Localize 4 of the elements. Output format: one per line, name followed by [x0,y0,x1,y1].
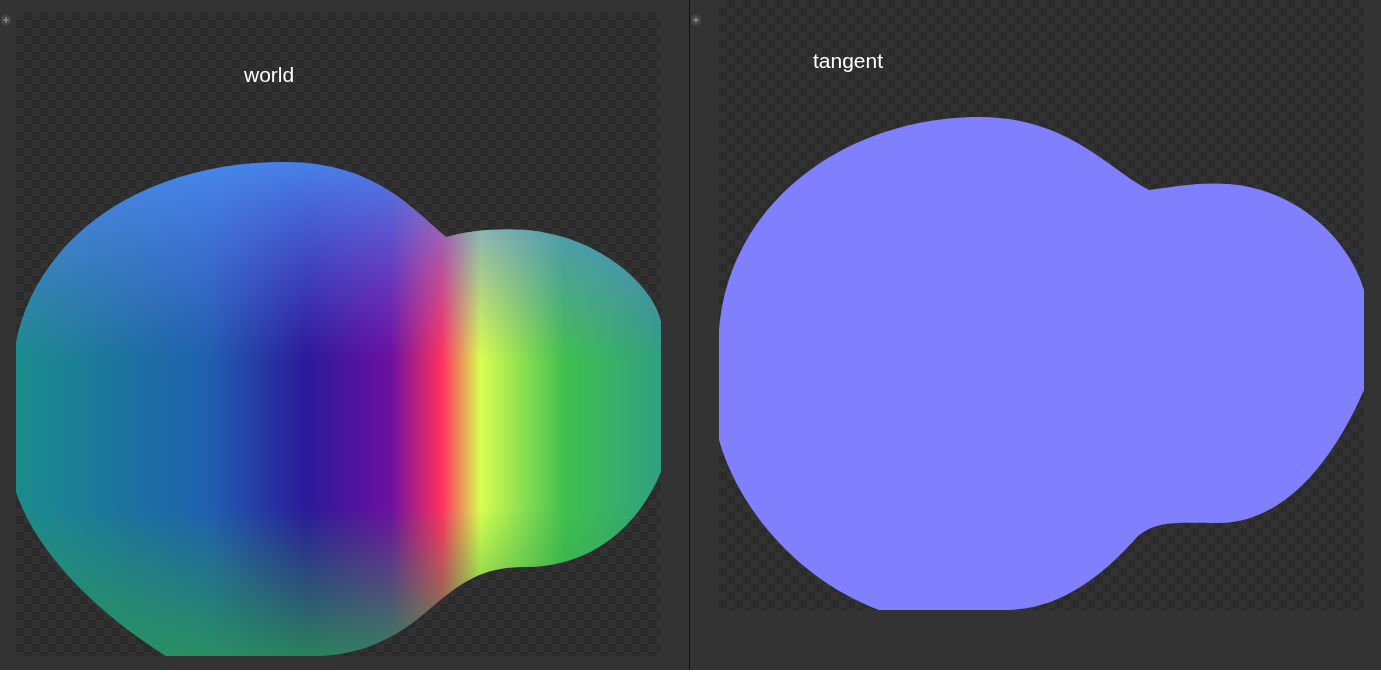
plus-icon[interactable] [1,15,11,25]
viewport-label: tangent [813,50,884,71]
viewport-label: world [244,64,295,85]
plus-icon[interactable] [691,15,701,25]
